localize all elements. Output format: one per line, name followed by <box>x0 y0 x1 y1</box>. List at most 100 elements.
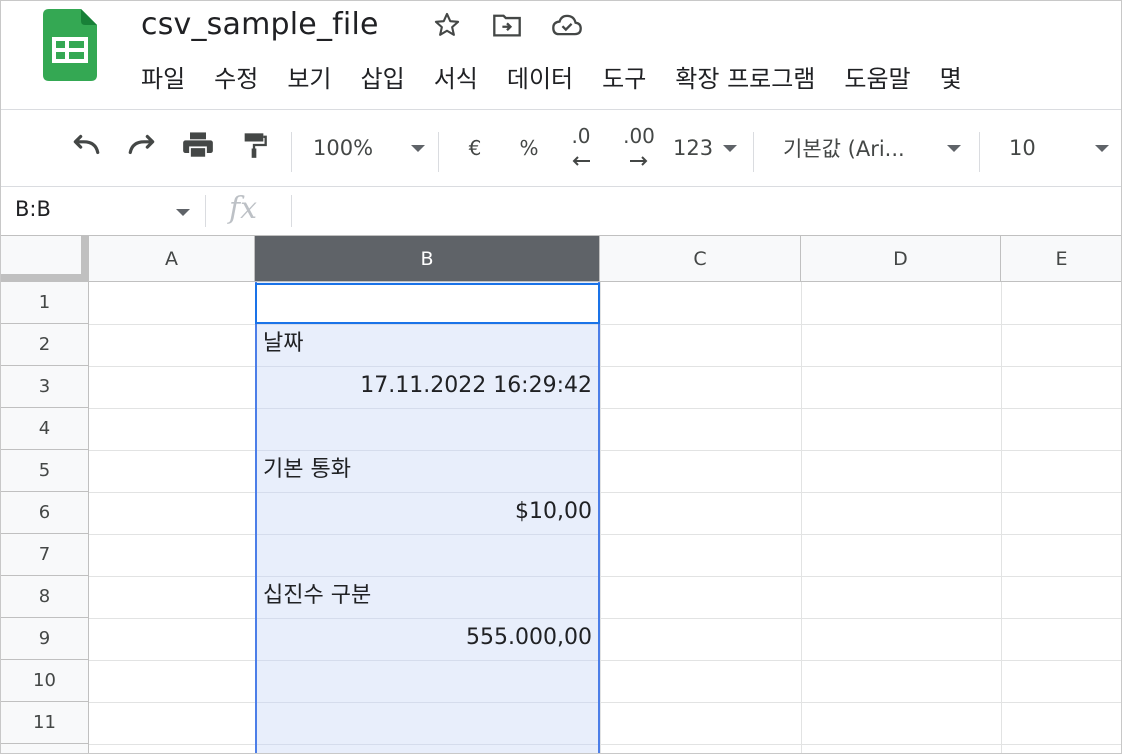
number-format-label: 123 <box>673 136 714 160</box>
selected-column-row-line <box>257 324 598 325</box>
sheets-logo-icon[interactable] <box>43 9 97 81</box>
row-header-4[interactable]: 4 <box>1 408 89 450</box>
cell-B9[interactable]: 555.000,00 <box>466 618 592 658</box>
paint-format-button[interactable] <box>235 130 273 166</box>
toolbar-divider <box>979 132 980 172</box>
chevron-down-icon <box>1095 144 1109 152</box>
grid-row-line <box>89 366 1121 367</box>
fx-icon: fx <box>229 191 258 226</box>
undo-button[interactable] <box>67 130 105 166</box>
number-format-select[interactable]: 123 <box>673 130 737 166</box>
grid-column-line <box>1001 282 1002 753</box>
redo-button[interactable] <box>123 130 161 166</box>
chevron-down-icon <box>723 144 737 152</box>
cell-B2[interactable]: 날짜 <box>263 324 303 364</box>
selected-column-row-line <box>257 744 598 745</box>
row-header-11[interactable]: 11 <box>1 702 89 744</box>
row-header-3[interactable]: 3 <box>1 366 89 408</box>
grid-row-line <box>89 324 1121 325</box>
name-box[interactable]: B:B <box>15 197 51 221</box>
sheet-grid: A B C D E 1 2 3 4 5 6 7 8 9 10 11 날짜 17.… <box>1 235 1121 753</box>
undo-icon <box>70 134 102 162</box>
row-header-9[interactable]: 9 <box>1 618 89 660</box>
menu-extensions[interactable]: 확장 프로그램 <box>675 61 815 97</box>
menu-edit[interactable]: 수정 <box>214 61 258 97</box>
column-header-D[interactable]: D <box>801 236 1001 282</box>
column-header-E[interactable]: E <box>1001 236 1121 282</box>
star-icon[interactable] <box>431 9 463 41</box>
selected-column-row-line <box>257 534 598 535</box>
cell-B5[interactable]: 기본 통화 <box>263 450 351 490</box>
column-header-A[interactable]: A <box>89 236 255 282</box>
menu-file[interactable]: 파일 <box>141 61 185 97</box>
currency-format-button[interactable]: € <box>461 130 489 166</box>
print-icon <box>182 131 214 165</box>
grid-column-line <box>801 282 802 753</box>
font-size-value: 10 <box>1009 136 1036 160</box>
document-title[interactable]: csv_sample_file <box>141 7 379 42</box>
menu-data[interactable]: 데이터 <box>507 61 573 97</box>
row-header-12[interactable] <box>1 744 89 753</box>
row-header-10[interactable]: 10 <box>1 660 89 702</box>
row-header-1[interactable]: 1 <box>1 282 89 324</box>
font-family-value: 기본값 (Ari... <box>783 137 905 161</box>
toolbar: 100% € % .0 .00 123 기본값 (Ari... 10 <box>1 110 1121 186</box>
chevron-down-icon[interactable] <box>176 209 190 216</box>
row-header-6[interactable]: 6 <box>1 492 89 534</box>
selected-column-row-line <box>257 702 598 703</box>
row-header-7[interactable]: 7 <box>1 534 89 576</box>
grid-row-line <box>89 660 1121 661</box>
increase-decimal-label: .00 <box>623 124 655 148</box>
zoom-value: 100% <box>313 136 374 160</box>
row-header-5[interactable]: 5 <box>1 450 89 492</box>
menu-format[interactable]: 서식 <box>434 61 478 97</box>
font-size-select[interactable]: 10 <box>1009 130 1109 166</box>
menu-view[interactable]: 보기 <box>287 61 331 97</box>
column-header-C[interactable]: C <box>600 236 801 282</box>
chevron-down-icon <box>947 144 961 152</box>
percent-format-button[interactable]: % <box>515 130 543 166</box>
arrow-right-icon <box>628 147 650 171</box>
redo-icon <box>126 134 158 162</box>
arrow-left-icon <box>570 147 592 171</box>
grid-row-line <box>89 744 1121 745</box>
grid-row-line <box>89 618 1121 619</box>
selected-column-row-line <box>257 408 598 409</box>
zoom-select[interactable]: 100% <box>313 130 425 166</box>
cell-B3[interactable]: 17.11.2022 16:29:42 <box>360 366 592 406</box>
row-header-2[interactable]: 2 <box>1 324 89 366</box>
formula-divider <box>291 195 292 227</box>
print-button[interactable] <box>179 130 217 166</box>
toolbar-divider <box>753 132 754 172</box>
menu-insert[interactable]: 삽입 <box>361 61 405 97</box>
paint-format-icon <box>240 131 268 165</box>
menu-help[interactable]: 도움말 <box>844 61 910 97</box>
cell-B6[interactable]: $10,00 <box>515 492 592 532</box>
move-to-folder-icon[interactable] <box>491 9 523 41</box>
formula-divider <box>205 195 206 227</box>
cloud-saved-icon[interactable] <box>551 9 583 41</box>
menu-tools[interactable]: 도구 <box>602 61 646 97</box>
increase-decimal-button[interactable]: .00 <box>617 125 661 166</box>
grid-row-line <box>89 408 1121 409</box>
menu-more[interactable]: 몇 <box>940 61 962 97</box>
cell-B8[interactable]: 십진수 구분 <box>263 576 371 616</box>
row-header-8[interactable]: 8 <box>1 576 89 618</box>
spreadsheet-window: csv_sample_file 파일 수정 보기 삽입 서식 데이터 도구 확장… <box>0 0 1122 754</box>
column-header-B[interactable]: B <box>255 236 600 282</box>
grid-row-line <box>89 534 1121 535</box>
decrease-decimal-button[interactable]: .0 <box>563 125 599 166</box>
active-cell-B1[interactable] <box>255 283 600 324</box>
font-family-select[interactable]: 기본값 (Ari... <box>783 130 961 166</box>
grid-row-line <box>89 450 1121 451</box>
grid-row-line <box>89 702 1121 703</box>
frozen-row-handle[interactable] <box>1 274 89 282</box>
toolbar-divider <box>291 132 292 172</box>
chevron-down-icon <box>411 144 425 152</box>
selected-column-row-line <box>257 660 598 661</box>
app-header: csv_sample_file 파일 수정 보기 삽입 서식 데이터 도구 확장… <box>1 1 1121 109</box>
grid-row-line <box>89 576 1121 577</box>
menu-bar: 파일 수정 보기 삽입 서식 데이터 도구 확장 프로그램 도움말 몇 <box>141 61 991 97</box>
grid-row-line <box>89 492 1121 493</box>
toolbar-divider <box>438 132 439 172</box>
